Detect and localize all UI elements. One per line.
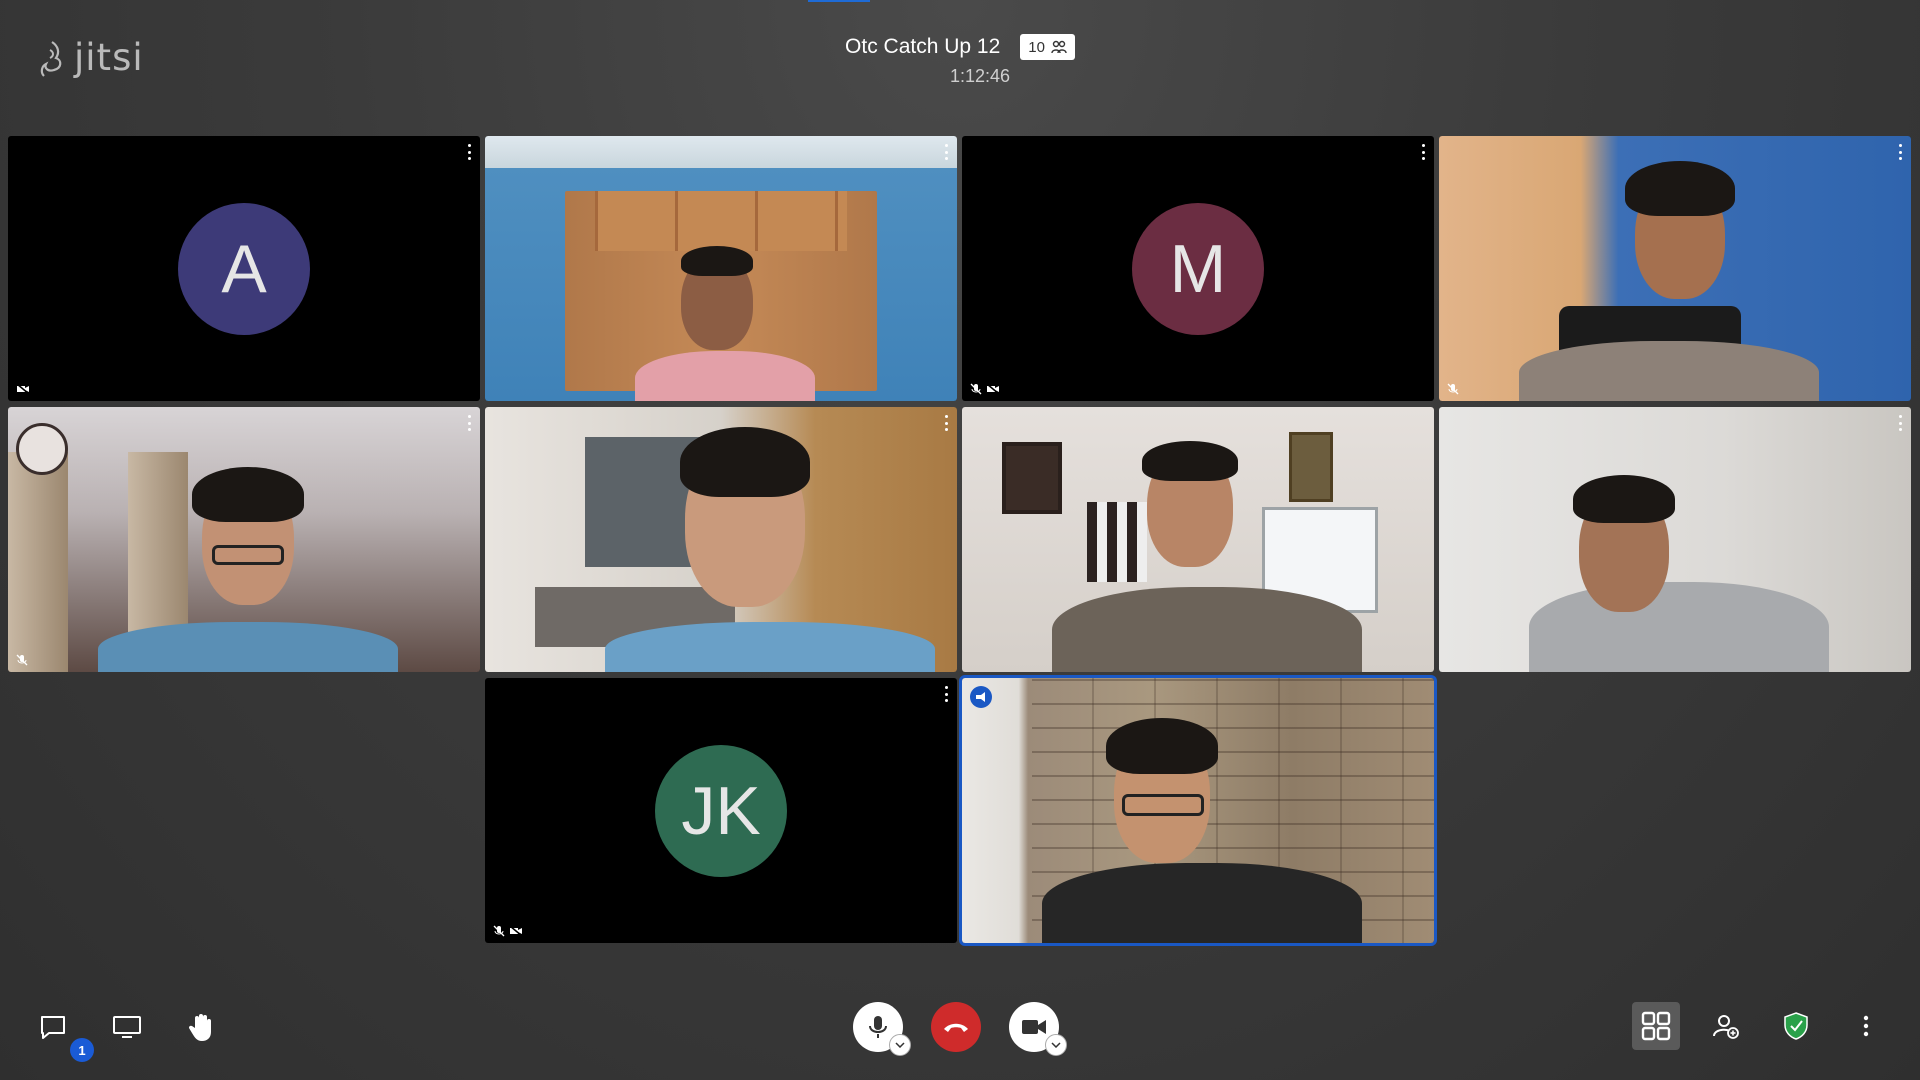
chevron-down-icon xyxy=(895,1042,905,1048)
chat-unread-badge: 1 xyxy=(70,1038,94,1062)
participants-icon xyxy=(1051,40,1067,54)
tile-view-button[interactable] xyxy=(1632,1002,1680,1050)
chat-icon xyxy=(41,1016,65,1039)
raise-hand-button[interactable] xyxy=(184,1010,218,1044)
participant-count: 10 xyxy=(1028,38,1045,56)
status-indicators xyxy=(493,925,523,937)
more-options-icon[interactable] xyxy=(466,415,472,431)
raise-hand-icon xyxy=(188,1014,211,1041)
status-indicators xyxy=(970,383,1000,395)
screenshare-button[interactable] xyxy=(110,1010,144,1044)
audio-settings-chevron[interactable] xyxy=(889,1034,911,1056)
more-options-icon[interactable] xyxy=(1897,415,1903,431)
participant-tile-video[interactable] xyxy=(485,407,957,672)
participant-tile-video[interactable] xyxy=(1439,136,1911,401)
dominant-speaker-badge xyxy=(970,686,992,708)
chat-button[interactable]: 1 xyxy=(36,1010,94,1062)
mic-off-icon xyxy=(16,654,28,666)
more-options-icon[interactable] xyxy=(943,686,949,702)
microphone-icon xyxy=(869,1016,887,1038)
meeting-timer: 1:12:46 xyxy=(949,66,1011,86)
more-options-icon[interactable] xyxy=(943,144,949,160)
participant-tile-m[interactable]: M xyxy=(962,136,1434,401)
invite-button[interactable] xyxy=(1702,1002,1750,1050)
camera-off-icon xyxy=(16,383,30,395)
screenshare-icon xyxy=(113,1016,141,1038)
more-options-icon[interactable] xyxy=(1420,144,1426,160)
mic-off-icon xyxy=(1447,383,1459,395)
participant-tile-video[interactable] xyxy=(8,407,480,672)
toolbar-left: 1 xyxy=(36,1010,218,1062)
participant-count-badge[interactable]: 10 xyxy=(1020,34,1075,60)
status-indicators xyxy=(1447,383,1459,395)
more-actions-button[interactable] xyxy=(1842,1002,1890,1050)
participant-tile-video[interactable] xyxy=(962,407,1434,672)
security-shield-icon xyxy=(1784,1012,1808,1040)
microphone-button[interactable] xyxy=(853,1002,911,1056)
mic-off-icon xyxy=(493,925,505,937)
participant-tile-video[interactable] xyxy=(485,136,957,401)
security-button[interactable] xyxy=(1772,1002,1820,1050)
hangup-icon xyxy=(944,1023,968,1032)
toolbar-right xyxy=(1632,1002,1890,1050)
top-progress-indicator xyxy=(808,0,870,2)
avatar: JK xyxy=(655,744,787,877)
camera-icon xyxy=(1022,1020,1046,1034)
mic-off-icon xyxy=(970,383,982,395)
camera-button[interactable] xyxy=(1009,1002,1067,1056)
avatar: M xyxy=(1132,202,1264,335)
video-settings-chevron[interactable] xyxy=(1045,1034,1067,1056)
status-indicators xyxy=(16,383,30,395)
invite-icon xyxy=(1713,1015,1739,1039)
participant-tile-jk[interactable]: JK xyxy=(485,678,957,943)
status-indicators xyxy=(16,654,28,666)
participant-tile-a[interactable]: A xyxy=(8,136,480,401)
chevron-down-icon xyxy=(1051,1042,1061,1048)
more-options-icon[interactable] xyxy=(1897,144,1903,160)
camera-off-icon xyxy=(986,383,1000,395)
tile-view-icon xyxy=(1641,1011,1671,1041)
toolbar-center xyxy=(853,1002,1067,1056)
more-options-icon[interactable] xyxy=(466,144,472,160)
participant-tile-dominant-speaker[interactable] xyxy=(962,678,1434,943)
meeting-subject: Otc Catch Up 12 10 1:12:46 xyxy=(0,34,1920,87)
more-icon xyxy=(1863,1015,1869,1037)
participant-tile-video[interactable] xyxy=(1439,407,1911,672)
meeting-title: Otc Catch Up 12 xyxy=(845,35,1001,58)
avatar: A xyxy=(178,202,310,335)
megaphone-icon xyxy=(976,692,985,702)
more-options-icon[interactable] xyxy=(943,415,949,431)
camera-off-icon xyxy=(509,925,523,937)
hangup-button[interactable] xyxy=(931,1002,981,1052)
